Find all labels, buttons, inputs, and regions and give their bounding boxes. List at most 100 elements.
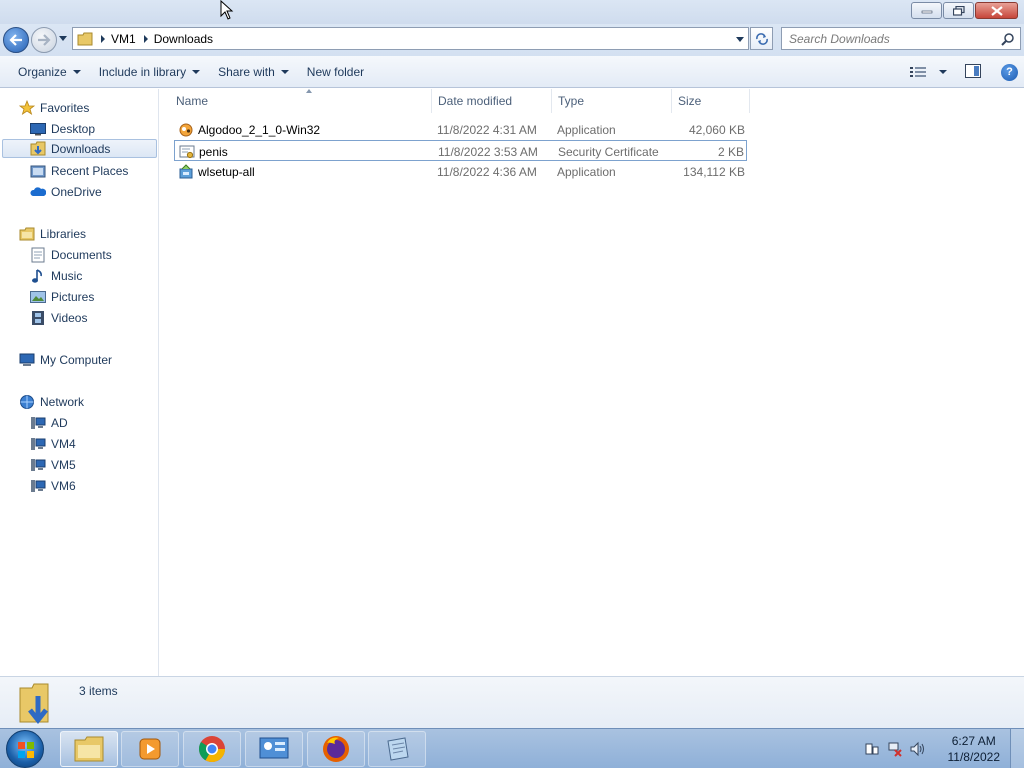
address-history-dropdown[interactable] [736,37,744,42]
breadcrumb-downloads[interactable]: Downloads [154,32,213,46]
taskbar-control-panel[interactable] [245,731,303,767]
network-disconnected-icon[interactable] [887,741,903,757]
column-header-name[interactable]: Name [170,89,432,113]
file-row[interactable]: Algodoo_2_1_0-Win32 11/8/2022 4:31 AM Ap… [174,119,747,140]
restore-button[interactable] [943,2,974,19]
folder-icon [77,32,93,45]
recent-pages-dropdown[interactable] [59,36,67,41]
star-icon [19,99,35,116]
taskbar-windows-explorer[interactable] [60,731,118,767]
file-date: 11/8/2022 4:31 AM [437,122,537,137]
network-computer-icon [30,436,46,452]
minimize-button[interactable] [911,2,942,19]
column-header-date-modified[interactable]: Date modified [432,89,552,113]
breadcrumb-separator[interactable] [143,34,148,43]
nav-network-vm4[interactable]: VM4 [30,434,76,453]
nav-network-vm5[interactable]: VM5 [30,455,76,474]
show-desktop-button[interactable] [1010,729,1024,768]
firefox-icon [323,736,349,762]
taskbar-notepad[interactable] [368,731,426,767]
downloads-folder-icon [30,141,46,157]
file-date: 11/8/2022 4:36 AM [437,164,537,179]
file-row[interactable]: penis 11/8/2022 3:53 AM Security Certifi… [174,140,747,161]
search-box[interactable] [781,27,1021,50]
file-date: 11/8/2022 3:53 AM [438,144,538,159]
arrow-right-icon [38,34,51,46]
file-list: Name Date modified Type Size Algodoo_2_1… [160,89,1024,676]
search-icon[interactable] [1001,32,1015,46]
breadcrumb-separator[interactable] [101,34,105,43]
taskbar-chrome[interactable] [183,731,241,767]
nav-music[interactable]: Music [30,266,82,285]
breadcrumb-vm1[interactable]: VM1 [111,32,136,46]
file-name: Algodoo_2_1_0-Win32 [198,122,321,137]
forward-button[interactable] [31,27,57,53]
folder-icon [74,736,104,762]
nav-network-vm6[interactable]: VM6 [30,476,76,495]
nav-pictures[interactable]: Pictures [30,287,94,306]
column-header-size-label: Size [678,94,702,108]
back-button[interactable] [3,27,29,53]
share-with-label: Share with [218,64,275,79]
nav-favorites-label: Favorites [40,100,90,115]
nav-network-vm5-label: VM5 [51,457,76,472]
address-bar[interactable]: VM1 Downloads [72,27,749,50]
nav-desktop[interactable]: Desktop [30,119,95,138]
details-view-icon [910,67,926,77]
column-header-size[interactable]: Size [672,89,750,113]
file-type: Security Certificate [558,144,659,159]
organize-button[interactable]: Organize [0,56,90,88]
action-center-icon[interactable] [864,741,880,757]
network-computer-icon [30,478,46,494]
close-icon [990,5,1003,16]
file-name-cell: wlsetup-all [178,161,255,182]
nav-network-ad[interactable]: AD [30,413,68,432]
minimize-icon [921,10,932,13]
volume-icon[interactable] [909,741,925,757]
network-computer-icon [30,415,46,431]
file-row[interactable]: wlsetup-all 11/8/2022 4:36 AM Applicatio… [174,161,747,182]
nav-favorites[interactable]: Favorites [19,98,89,117]
command-bar: Organize Include in library Share with N… [0,56,1024,88]
computer-icon [19,352,35,368]
windows-logo-icon [18,742,34,758]
nav-recent-places[interactable]: Recent Places [30,161,128,180]
nav-downloads[interactable]: Downloads [2,139,157,158]
nav-documents[interactable]: Documents [30,245,112,264]
taskbar-media-player[interactable] [121,731,179,767]
clock[interactable]: 6:27 AM 11/8/2022 [948,733,1001,765]
nav-libraries[interactable]: Libraries [19,224,86,243]
file-name: wlsetup-all [198,164,255,179]
question-icon: ? [1006,66,1013,78]
new-folder-button[interactable]: New folder [298,56,373,88]
start-button[interactable] [6,730,44,768]
address-row: VM1 Downloads [0,24,1024,56]
restore-icon [952,5,965,16]
column-header-type[interactable]: Type [552,89,672,113]
nav-network[interactable]: Network [19,392,84,411]
organize-label: Organize [18,64,67,79]
nav-my-computer[interactable]: My Computer [19,350,112,369]
share-with-button[interactable]: Share with [209,56,298,88]
chevron-down-icon[interactable] [939,70,947,74]
arrow-left-icon [9,34,22,46]
include-in-library-button[interactable]: Include in library [90,56,209,88]
refresh-button[interactable] [750,27,773,50]
control-panel-icon [259,737,289,759]
algodoo-app-icon [178,122,194,138]
nav-videos-label: Videos [51,310,88,325]
file-type: Application [557,164,616,179]
change-view-button[interactable] [910,66,947,78]
desktop-icon [30,121,46,137]
downloads-folder-icon [19,683,49,725]
preview-pane-button[interactable] [965,63,981,81]
help-button[interactable]: ? [1001,63,1018,81]
close-button[interactable] [975,2,1018,19]
certificate-icon [179,144,195,160]
nav-onedrive[interactable]: OneDrive [30,182,102,201]
taskbar-firefox[interactable] [307,731,365,767]
nav-videos[interactable]: Videos [30,308,87,327]
title-bar [0,0,1024,24]
nav-network-ad-label: AD [51,415,68,430]
search-input[interactable] [782,28,992,49]
